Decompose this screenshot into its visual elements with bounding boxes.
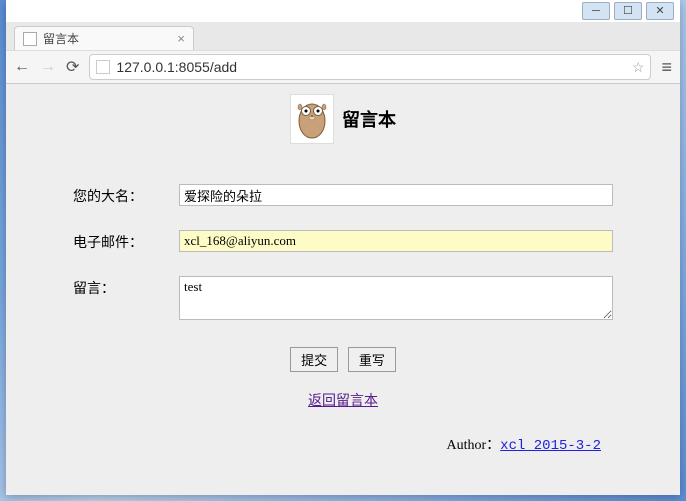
tab-close-icon[interactable]: × bbox=[177, 31, 185, 46]
page-header: 留言本 bbox=[6, 94, 680, 144]
bookmark-star-icon[interactable]: ☆ bbox=[632, 59, 645, 76]
email-input[interactable] bbox=[179, 230, 613, 252]
email-label: 电子邮件： bbox=[73, 230, 179, 252]
address-bar[interactable]: 127.0.0.1:8055/add ☆ bbox=[89, 54, 651, 80]
page-icon bbox=[96, 60, 110, 74]
reset-button[interactable]: 重写 bbox=[348, 347, 396, 372]
back-link[interactable]: 返回留言本 bbox=[308, 394, 378, 409]
browser-toolbar: ← → ⟳ 127.0.0.1:8055/add ☆ ≡ bbox=[6, 50, 680, 84]
tab-strip: 留言本 × bbox=[6, 22, 680, 50]
form-row-message: 留言： bbox=[73, 276, 613, 323]
back-button[interactable]: ← bbox=[14, 58, 30, 76]
minimize-icon: ─ bbox=[592, 6, 600, 17]
author-link[interactable]: xcl 2015-3-2 bbox=[500, 438, 601, 454]
minimize-button[interactable]: ─ bbox=[582, 2, 610, 20]
browser-window: ─ ☐ ✕ 留言本 × ← → ⟳ 127.0.0.1:8055/add ☆ ≡ bbox=[6, 0, 680, 495]
menu-button[interactable]: ≡ bbox=[661, 57, 672, 78]
submit-button[interactable]: 提交 bbox=[290, 347, 338, 372]
name-input[interactable] bbox=[179, 184, 613, 206]
file-icon bbox=[23, 32, 37, 46]
guestbook-form: 您的大名： 电子邮件： 留言： 提交 重写 返回留言本 Author：xcl 2… bbox=[73, 184, 613, 454]
close-icon: ✕ bbox=[655, 6, 664, 17]
name-label: 您的大名： bbox=[73, 184, 179, 206]
forward-button[interactable]: → bbox=[40, 58, 56, 76]
form-row-email: 电子邮件： bbox=[73, 230, 613, 252]
tab-title: 留言本 bbox=[43, 30, 79, 47]
gopher-icon bbox=[294, 97, 330, 141]
close-window-button[interactable]: ✕ bbox=[646, 2, 674, 20]
author-line: Author：xcl 2015-3-2 bbox=[73, 434, 613, 454]
page-title: 留言本 bbox=[342, 106, 396, 132]
author-prefix: Author： bbox=[447, 438, 501, 453]
reload-button[interactable]: ⟳ bbox=[66, 57, 79, 77]
browser-tab[interactable]: 留言本 × bbox=[14, 26, 194, 50]
url-text: 127.0.0.1:8055/add bbox=[116, 59, 626, 75]
message-textarea[interactable] bbox=[179, 276, 613, 320]
message-label: 留言： bbox=[73, 276, 179, 298]
maximize-button[interactable]: ☐ bbox=[614, 2, 642, 20]
maximize-icon: ☐ bbox=[623, 6, 633, 17]
back-link-row: 返回留言本 bbox=[73, 390, 613, 410]
form-row-name: 您的大名： bbox=[73, 184, 613, 206]
gopher-logo bbox=[290, 94, 334, 144]
window-titlebar: ─ ☐ ✕ bbox=[6, 0, 680, 22]
page-content: 留言本 您的大名： 电子邮件： 留言： 提交 重写 返回留言本 bbox=[6, 84, 680, 495]
button-row: 提交 重写 bbox=[73, 347, 613, 372]
